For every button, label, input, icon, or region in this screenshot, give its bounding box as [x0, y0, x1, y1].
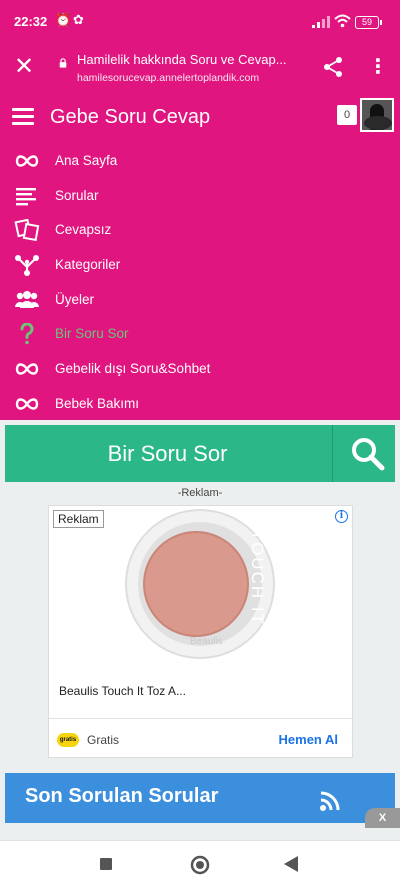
divider [332, 425, 333, 482]
ad-title[interactable]: Beaulis Touch It Toz A... [59, 684, 186, 698]
lock-icon [59, 58, 67, 68]
home-icon[interactable] [190, 855, 210, 875]
menu-item-label: Sorular [55, 187, 99, 203]
notification-badge[interactable]: 0 [337, 105, 357, 125]
infinity-icon [15, 155, 39, 167]
ask-question-button[interactable]: Bir Soru Sor [5, 425, 330, 482]
menu-item-label: Üyeler [55, 291, 95, 307]
infinity-icon [15, 398, 39, 410]
battery-indicator: 59 [355, 16, 382, 29]
signal-icon [312, 16, 330, 28]
recent-questions-header: Son Sorulan Sorular [5, 773, 395, 823]
close-icon[interactable]: ✕ [14, 54, 34, 78]
hierarchy-icon [15, 255, 39, 277]
back-icon[interactable] [284, 856, 298, 872]
status-bar: 22:32 ⏰ ✿ 59 [0, 0, 400, 44]
status-time: 22:32 [14, 14, 48, 29]
store-logo: gratis [57, 733, 79, 747]
infinity-icon [15, 363, 39, 375]
page-title[interactable]: Hamilelik hakkında Soru ve Cevap... [77, 52, 302, 67]
divider [49, 718, 352, 719]
more-options-icon[interactable]: ⋮ [368, 54, 388, 78]
main-menu: Ana Sayfa Sorular Cevapsız Kategoriler Ü… [0, 144, 400, 422]
browser-toolbar: ✕ Hamilelik hakkında Soru ve Cevap... ha… [0, 44, 400, 92]
menu-item-sorular[interactable]: Sorular [0, 179, 400, 214]
lines-icon [16, 187, 36, 206]
recents-icon[interactable] [100, 858, 112, 870]
ad-section-label: -Reklam- [177, 487, 223, 499]
wifi-icon [334, 14, 351, 28]
rss-icon[interactable] [319, 790, 341, 812]
question-icon [20, 323, 34, 345]
section-title: Son Sorulan Sorular [25, 785, 219, 807]
share-icon[interactable] [322, 56, 344, 78]
buy-now-button[interactable]: Hemen Al [279, 732, 338, 747]
cards-icon [14, 219, 40, 242]
menu-item-uyeler[interactable]: Üyeler [0, 283, 400, 318]
site-brand[interactable]: Gebe Soru Cevap [50, 106, 210, 129]
menu-item-label: Gebelik dışı Soru&Sohbet [55, 361, 211, 377]
ad-card[interactable]: Reklam i TOUCH IT Beaulis Beaulis Touch … [48, 505, 353, 758]
menu-item-bebek-bakimi[interactable]: Bebek Bakımı [0, 387, 400, 422]
site-header: Gebe Soru Cevap 0 Ana Sayfa Sorular Ceva… [0, 92, 400, 420]
menu-item-cevapsiz[interactable]: Cevapsız [0, 213, 400, 248]
menu-item-label: Cevapsız [55, 222, 112, 238]
product-brand-mark: Beaulis [190, 636, 223, 647]
page-url[interactable]: hamilesorucevap.annelertoplandik.com [77, 72, 259, 84]
product-name-mark: TOUCH IT [248, 530, 267, 626]
menu-item-kategoriler[interactable]: Kategoriler [0, 248, 400, 283]
ad-tag: Reklam [53, 510, 104, 528]
alarm-icon: ⏰ [55, 13, 72, 28]
menu-item-label: Ana Sayfa [55, 153, 118, 168]
product-image[interactable]: TOUCH IT Beaulis [124, 508, 276, 666]
info-icon[interactable]: i [335, 510, 348, 523]
menu-item-bir-soru-sor[interactable]: Bir Soru Sor [0, 317, 400, 352]
menu-item-gebelik-disi[interactable]: Gebelik dışı Soru&Sohbet [0, 352, 400, 387]
users-icon [15, 290, 39, 308]
notification-icon: ✿ [73, 13, 84, 28]
search-icon[interactable] [350, 436, 386, 472]
ad-close-button[interactable]: X [365, 808, 400, 828]
ask-question-bar: Bir Soru Sor [5, 425, 395, 482]
store-name: Gratis [87, 733, 120, 747]
hamburger-menu-icon[interactable] [12, 108, 34, 126]
menu-item-label: Bir Soru Sor [55, 326, 129, 342]
system-nav-bar [0, 840, 400, 888]
menu-item-label: Kategoriler [55, 257, 121, 273]
menu-item-label: Bebek Bakımı [55, 395, 140, 411]
user-avatar[interactable] [360, 98, 394, 132]
menu-item-ana-sayfa[interactable]: Ana Sayfa [0, 144, 400, 179]
